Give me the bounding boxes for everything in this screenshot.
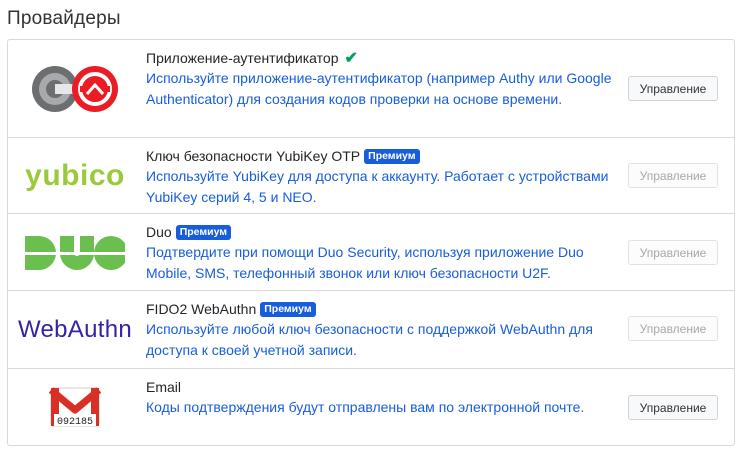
provider-title: Duo Премиум [146,223,614,242]
page-title: Провайдеры [7,8,121,29]
provider-description: Коды подтверждения будут отправлены вам … [146,399,585,415]
provider-title-text: FIDO2 WebAuthn [146,301,257,317]
premium-badge: Премиум [364,149,420,164]
authenticator-logo [20,40,130,138]
email-logo: 092185 [20,369,130,445]
premium-badge: Премиум [175,225,232,240]
yubico-logo: yubico [20,138,130,214]
provider-description: Подтвердите при помощи Duo Security, исп… [146,244,584,281]
provider-title: FIDO2 WebAuthn Премиум [146,300,614,319]
manage-email-button[interactable]: Управление [628,395,718,420]
manage-webauthn-button[interactable]: Управление [628,316,718,341]
duo-logo [20,214,130,291]
provider-title: Ключ безопасности YubiKey OTP Премиум [146,147,614,166]
manage-authenticator-button[interactable]: Управление [628,76,718,101]
manage-yubikey-button[interactable]: Управление [628,163,718,188]
manage-duo-button[interactable]: Управление [628,240,718,265]
provider-duo: Duo Премиум Подтвердите при помощи Duo S… [8,214,734,291]
provider-description: Используйте YubiKey для доступа к аккаун… [146,168,609,205]
webauthn-logo-text: WebAuthn [17,316,133,343]
provider-description: Используйте любой ключ безопасности с по… [146,321,593,358]
providers-list: Приложение-аутентификатор ✔ Используйте … [7,39,735,446]
webauthn-logo: WebAuthn [17,291,133,369]
provider-yubikey: yubico Ключ безопасности YubiKey OTP Пре… [8,138,734,214]
provider-webauthn: WebAuthn FIDO2 WebAuthn Премиум Использу… [8,291,734,369]
check-icon: ✔ [344,50,358,67]
provider-email: 092185 Email Коды подтверждения будут от… [8,369,734,445]
provider-title-text: Email [146,379,182,395]
email-logo-code: 092185 [57,417,93,428]
provider-authenticator: Приложение-аутентификатор ✔ Используйте … [8,40,734,138]
provider-description: Используйте приложение-аутентификатор (н… [146,70,612,107]
provider-title-text: Ключ безопасности YubiKey OTP [146,148,361,164]
yubico-logo-text: yubico [25,159,125,192]
provider-title-text: Duo [146,224,172,240]
provider-title: Приложение-аутентификатор ✔ [146,49,614,68]
premium-badge: Премиум [260,302,316,317]
provider-title: Email [146,378,614,397]
provider-title-text: Приложение-аутентификатор [146,50,339,66]
